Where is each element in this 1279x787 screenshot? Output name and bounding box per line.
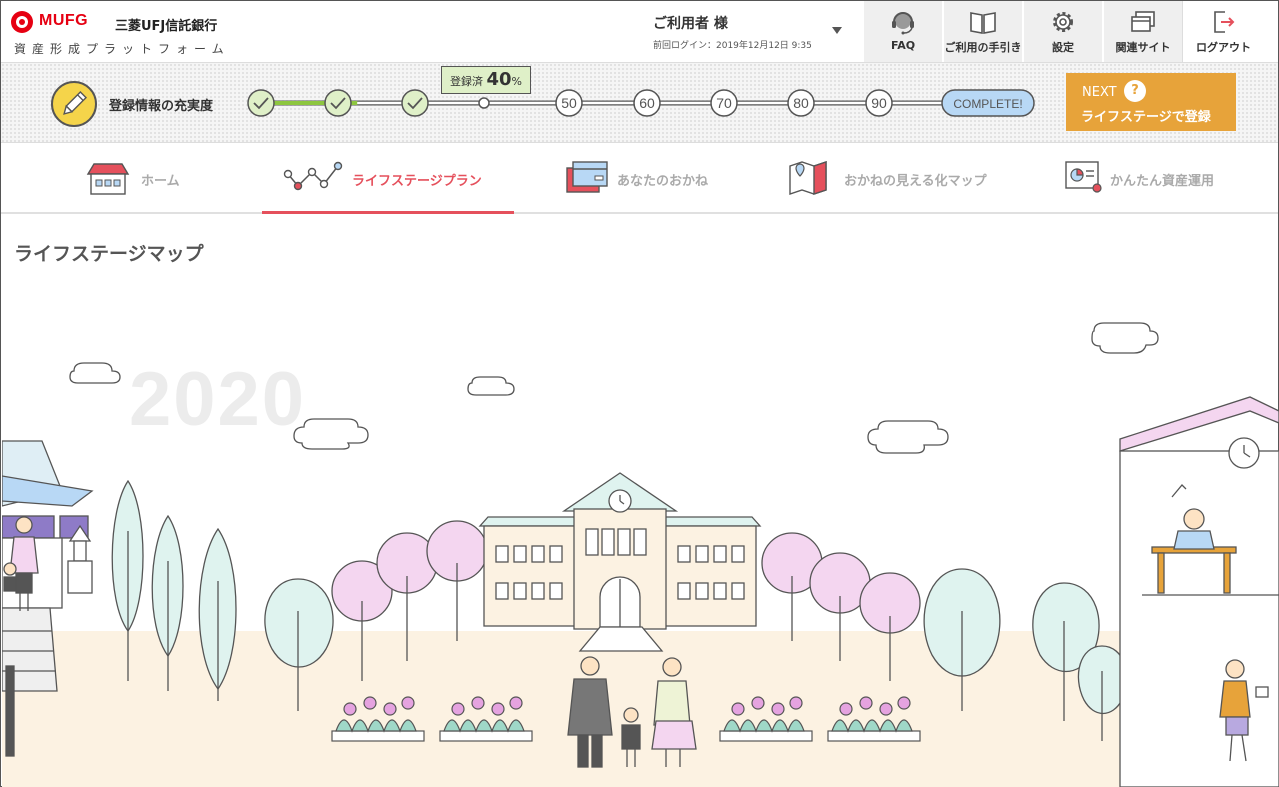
guide-label: ご利用の手引き [944, 41, 1022, 54]
settings-label: 設定 [1052, 41, 1074, 54]
gear-icon [1053, 12, 1073, 32]
next-action-label: ライフステージで登録 [1081, 110, 1211, 125]
progress-step-label: 90 [871, 95, 887, 111]
progress-step-label: 50 [561, 95, 577, 111]
tab-lifestage-plan[interactable]: ライフステージプラン [262, 144, 514, 214]
progress-step-70: 70 [710, 89, 738, 117]
cloud [1091, 322, 1159, 354]
progress-complete: COMPLETE! [941, 89, 1035, 117]
next-label: NEXT [1082, 85, 1117, 100]
faq-button[interactable]: FAQ [862, 1, 942, 62]
tab-home[interactable]: ホーム [86, 144, 246, 212]
year-label: 2020 [129, 357, 307, 442]
progress-step-30 [401, 89, 429, 117]
progress-step-60: 60 [633, 89, 661, 117]
tab-label: あなたのおかね [617, 174, 709, 189]
cloud [69, 362, 121, 384]
tab-your-money[interactable]: あなたのおかね [565, 144, 745, 212]
tab-label: ライフステージプラン [352, 174, 482, 189]
last-login: 前回ログイン：2019年12月12日 9:35 [653, 41, 812, 51]
bank-name: 三菱UFJ信託銀行 [115, 19, 218, 34]
tab-money-map[interactable]: おかねの見える化マップ [786, 144, 1016, 212]
progress-current-marker [478, 97, 490, 109]
line-chart-icon [283, 161, 343, 191]
cloud [467, 376, 515, 396]
progress-step-90: 90 [865, 89, 893, 117]
book-icon [970, 12, 996, 34]
page-title: ライフステージマップ [14, 243, 204, 265]
house-icon [86, 163, 130, 195]
mufg-logo-mark [11, 11, 33, 33]
header: MUFG 三菱UFJ信託銀行 資産形成プラットフォーム ご利用者 様 前回ログイ… [1, 1, 1278, 63]
progress-step-20 [324, 89, 352, 117]
progress-step-label: 70 [716, 95, 732, 111]
active-tab-indicator [262, 211, 514, 214]
related-sites-label: 関連サイト [1115, 41, 1171, 54]
progress-step-label: 80 [793, 95, 809, 111]
map-icon [789, 161, 827, 195]
school-building [478, 472, 762, 652]
progress-step-label: 60 [639, 95, 655, 111]
help-icon[interactable]: ? [1124, 80, 1146, 102]
progress-percent: 40 [486, 69, 512, 90]
presentation-icon [1065, 161, 1102, 193]
related-sites-button[interactable]: 関連サイト [1102, 1, 1182, 62]
card-icon [566, 161, 608, 193]
bubble-prefix: 登録済 [449, 75, 483, 88]
home-building [1119, 396, 1279, 787]
user-name: ご利用者 様 [653, 16, 728, 32]
chevron-down-icon [832, 27, 842, 34]
registration-progress: 登録情報の充実度 50 60 70 80 90 COMPLETE! 登録済 40… [1, 63, 1278, 143]
tab-label: かんたん資産運用 [1110, 174, 1215, 189]
progress-step-10 [247, 89, 275, 117]
platform-name: 資産形成プラットフォーム [14, 42, 230, 56]
tab-label: ホーム [141, 174, 180, 189]
progress-step-50: 50 [555, 89, 583, 117]
tree [264, 578, 334, 668]
faq-label: FAQ [890, 39, 916, 52]
complete-label: COMPLETE! [953, 97, 1022, 111]
progress-track: 50 60 70 80 90 COMPLETE! [247, 89, 1035, 117]
tab-easy-investment[interactable]: かんたん資産運用 [1064, 144, 1244, 212]
logo-text: MUFG [39, 12, 89, 29]
logout-icon [1213, 11, 1234, 33]
percent-unit: % [511, 75, 522, 88]
windows-icon [1131, 11, 1155, 32]
tab-label: おかねの見える化マップ [844, 174, 987, 189]
next-register-button[interactable]: NEXT ? ライフステージで登録 [1066, 73, 1236, 131]
logout-button[interactable]: ログアウト [1182, 1, 1264, 62]
cloud [867, 420, 949, 454]
settings-button[interactable]: 設定 [1022, 1, 1102, 62]
progress-bubble: 登録済 40% [441, 66, 531, 94]
progress-step-80: 80 [787, 89, 815, 117]
logout-label: ログアウト [1196, 41, 1251, 54]
guide-button[interactable]: ご利用の手引き [942, 1, 1022, 62]
main-tabs: ホーム ライフステージプラン あなたのおかね おかねの見える化マップ かんたん資… [1, 144, 1278, 214]
user-menu[interactable]: ご利用者 様 前回ログイン：2019年12月12日 9:35 [653, 13, 853, 53]
headset-icon [892, 12, 914, 35]
header-nav: FAQ ご利用の手引き 設定 関連サイト ログアウト [862, 1, 1264, 62]
